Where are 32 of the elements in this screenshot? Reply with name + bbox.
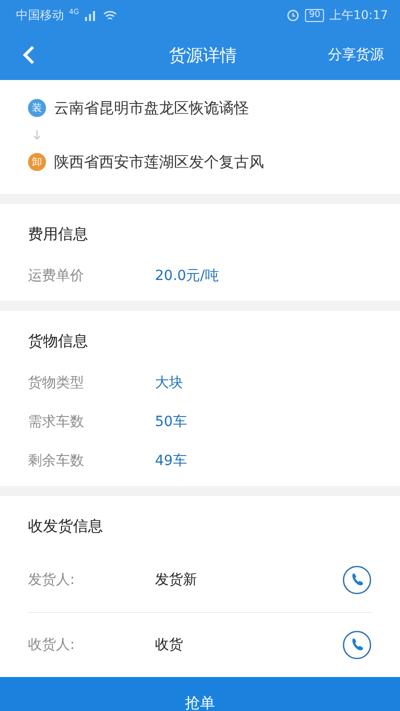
section-title: 收发货信息 [28, 516, 104, 536]
field-label: 剩余车数 [28, 452, 85, 470]
share-link[interactable]: 分享货源 [328, 46, 384, 64]
field-label: 收货人: [28, 636, 76, 654]
contact-name: 收货 [155, 636, 184, 654]
carrier-name: 中国移动 [16, 6, 64, 24]
section-title: 费用信息 [28, 224, 89, 244]
wifi-icon [102, 9, 117, 21]
phone-icon[interactable] [342, 565, 372, 595]
battery-level: 90 [304, 8, 324, 22]
phone-icon[interactable] [342, 630, 372, 660]
section-title: 货物信息 [28, 330, 89, 352]
address-text: 云南省昆明市盘龙区恢诡谲怪 [54, 98, 249, 118]
field-label: 运费单价 [28, 266, 85, 284]
field-label: 货物类型 [28, 374, 85, 392]
page-title: 货源详情 [169, 44, 237, 66]
field-label: 发货人: [28, 571, 76, 589]
address-text: 陕西省西安市莲湖区发个复古风 [54, 152, 264, 172]
grab-order-button[interactable]: 抢单 [0, 677, 400, 711]
status-time: 上午10:17 [329, 6, 388, 24]
back-icon[interactable] [22, 44, 36, 66]
field-label: 需求车数 [28, 412, 85, 430]
field-value: 50车 [155, 412, 187, 430]
location-badge: 卸 [28, 153, 46, 171]
location-badge: 装 [28, 99, 46, 117]
down-arrow-icon [33, 129, 41, 141]
alarm-icon [286, 9, 300, 21]
field-value: 大块 [155, 374, 183, 392]
field-value: 49车 [155, 452, 187, 470]
contact-name: 发货新 [155, 571, 198, 589]
field-value: 20.0元/吨 [155, 266, 219, 284]
signal-icon [84, 9, 98, 21]
